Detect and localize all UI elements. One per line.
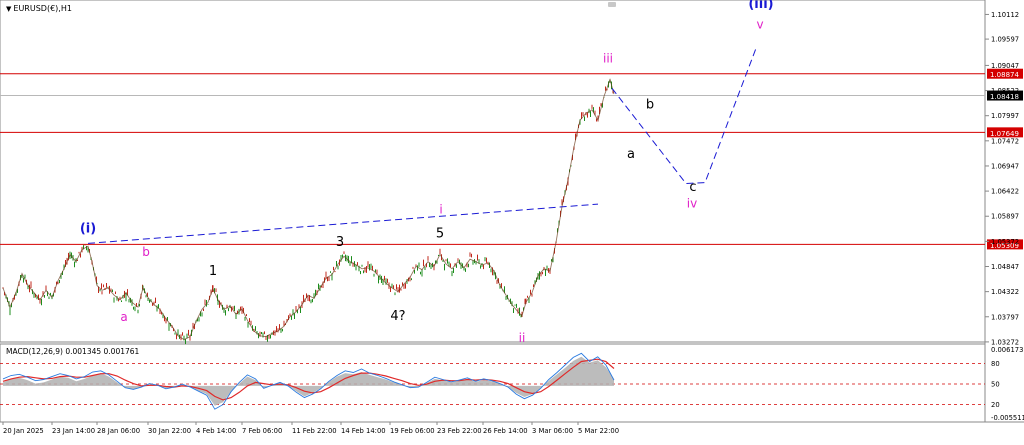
symbol-label: EURUSD(€),H1 — [13, 4, 72, 13]
price-axis-label: 1.04847 — [991, 263, 1019, 271]
wave-label: i — [439, 203, 442, 217]
price-axis-label: 1.05897 — [991, 213, 1019, 221]
scroll-marker-icon[interactable] — [608, 2, 616, 7]
macd-title: MACD(12,26,9) 0.001345 0.001761 — [6, 347, 140, 356]
price-axis-label: 1.07997 — [991, 112, 1019, 120]
wave-label: 5 — [436, 227, 444, 242]
time-axis-label: 14 Feb 14:00 — [341, 427, 386, 435]
wave-label: 3 — [336, 235, 344, 250]
macd-axis-label: -0.005511 — [991, 414, 1024, 422]
wave-label: a — [120, 310, 127, 324]
macd-axis-label: 20 — [991, 401, 1000, 409]
macd-axis-label: 80 — [991, 360, 1000, 368]
price-axis-label: 1.09597 — [991, 36, 1019, 44]
level-price-label: 1.08874 — [990, 71, 1019, 79]
time-axis-label: 23 Feb 22:00 — [437, 427, 482, 435]
price-axis-label: 1.05372 — [991, 238, 1019, 246]
wave-label: iv — [687, 196, 697, 210]
price-panel — [0, 0, 986, 343]
wave-label: b — [142, 245, 150, 259]
time-axis-label: 23 Jan 14:00 — [52, 427, 95, 435]
wave-label: b — [646, 97, 654, 112]
time-axis-label: 28 Jan 06:00 — [97, 427, 140, 435]
wave-label: iii — [603, 51, 613, 65]
time-axis-label: 20 Jan 2025 — [3, 427, 44, 435]
price-axis-label: 1.04322 — [991, 288, 1019, 296]
price-axis-label: 1.06947 — [991, 162, 1019, 170]
wave-label: (i) — [80, 221, 96, 236]
macd-axis-label: 50 — [991, 381, 1000, 389]
chart-canvas[interactable]: 1.088741.076491.053091.08418 (i)(iii)abi… — [0, 0, 1024, 441]
wave-label: a — [627, 147, 635, 162]
wave-label: 1 — [209, 264, 217, 279]
time-axis-label: 4 Feb 14:00 — [196, 427, 236, 435]
wave-label: (iii) — [748, 0, 773, 12]
time-axis-label: 7 Feb 06:00 — [242, 427, 282, 435]
macd-axis-label: 0.006173 — [991, 346, 1023, 354]
wave-label: ii — [519, 331, 526, 345]
wave-label: v — [756, 17, 763, 31]
price-axis-label: 1.07472 — [991, 137, 1019, 145]
time-axis-label: 11 Feb 22:00 — [292, 427, 337, 435]
time-axis-label: 19 Feb 06:00 — [390, 427, 435, 435]
time-axis-label: 26 Feb 14:00 — [483, 427, 528, 435]
price-axis-label: 1.09047 — [991, 62, 1019, 70]
time-axis-label: 5 Mar 22:00 — [578, 427, 619, 435]
time-axis-label: 3 Mar 06:00 — [532, 427, 573, 435]
collapse-triangle-icon[interactable]: ▼ — [6, 5, 11, 13]
chart-window: 1.08874 1.07649 1.05309 1.08418 (i) (iii) a b i… — [0, 0, 1024, 441]
wave-label: c — [689, 180, 696, 195]
time-axis-label: 30 Jan 22:00 — [148, 427, 191, 435]
wave-label: 4? — [390, 309, 405, 324]
price-axis-label: 1.10112 — [991, 11, 1019, 19]
symbol-header: ▼ EURUSD(€),H1 — [6, 4, 72, 13]
price-axis-label: 1.06422 — [991, 188, 1019, 196]
price-axis-label: 1.08522 — [991, 87, 1019, 95]
price-axis-label: 1.03797 — [991, 313, 1019, 321]
